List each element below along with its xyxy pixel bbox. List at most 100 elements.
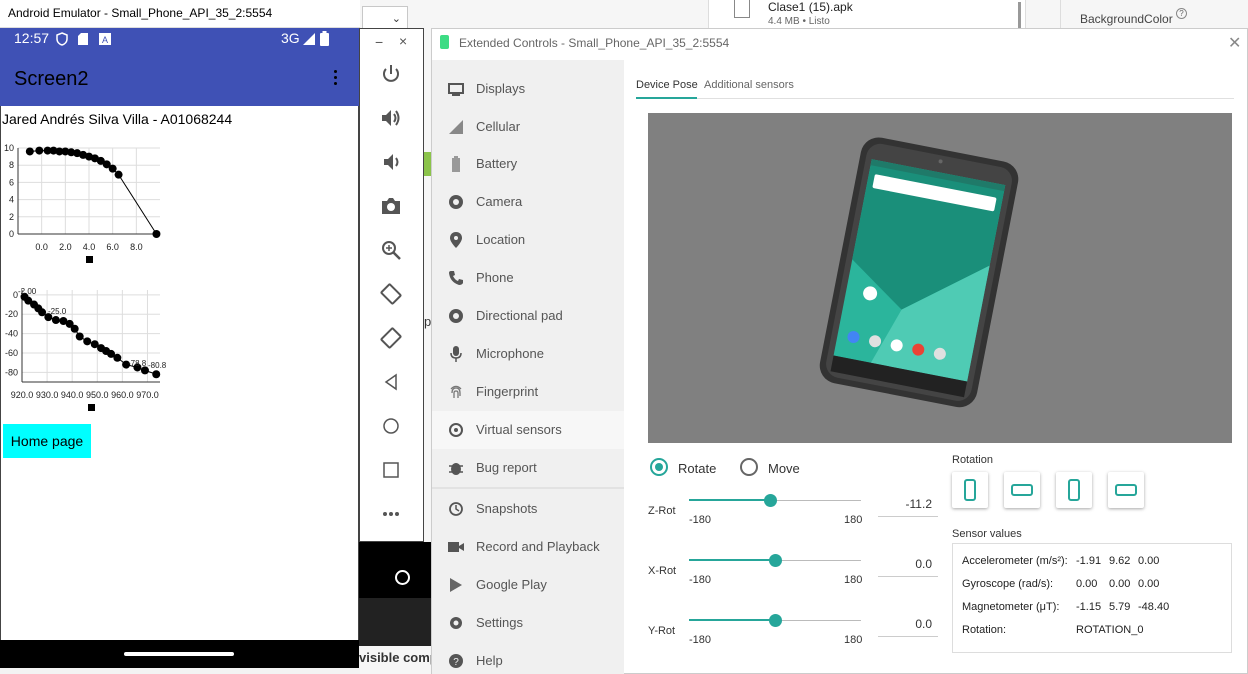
slider-fill[interactable]	[689, 499, 770, 501]
slider-value[interactable]: -11.2	[872, 497, 932, 511]
data-point	[108, 164, 117, 173]
data-point	[38, 308, 47, 317]
dpad-icon	[449, 309, 463, 323]
rotate-reverse-portrait-button[interactable]	[1056, 472, 1092, 508]
slider-label[interactable]: Y-Rot	[648, 625, 675, 637]
data-label: -2.00	[18, 287, 37, 296]
slider-label[interactable]: Z-Rot	[648, 505, 676, 517]
sidebar-item-google-play[interactable]: Google Play	[432, 566, 624, 604]
volume-down-icon[interactable]	[379, 150, 403, 174]
close-button[interactable]: ×	[399, 33, 407, 49]
sidebar-item-battery[interactable]: Battery	[432, 145, 624, 183]
sidebar-item-record-and-playback[interactable]: Record and Playback	[432, 528, 624, 566]
rotate-portrait-button[interactable]	[952, 472, 988, 508]
slider-max-label[interactable]: 180	[844, 634, 862, 646]
emulator-title-bar: Android Emulator - Small_Phone_API_35_2:…	[0, 0, 360, 28]
gesture-handle[interactable]	[124, 652, 234, 656]
data-point	[25, 147, 34, 156]
power-icon[interactable]	[379, 62, 403, 86]
back-icon[interactable]	[379, 370, 403, 394]
microphone-icon	[450, 346, 462, 362]
background-panel	[359, 542, 431, 598]
sidebar-item-microphone[interactable]: Microphone	[432, 335, 624, 373]
sidebar-item-cellular[interactable]: Cellular	[432, 108, 624, 146]
sidebar-item-bug-report[interactable]: Bug report	[432, 449, 624, 487]
divider	[1060, 0, 1061, 30]
slider-thumb[interactable]	[769, 554, 782, 567]
volume-up-icon[interactable]	[379, 106, 403, 130]
svg-text:?: ?	[453, 657, 459, 668]
slider-min-label[interactable]: -180	[689, 634, 711, 646]
rotate-landscape-button[interactable]	[1004, 472, 1040, 508]
sidebar-item-help[interactable]: ? Help	[432, 642, 624, 674]
tab-additional-sensors[interactable]: Additional sensors	[704, 79, 794, 91]
sensor-value: 5.79	[1109, 601, 1131, 613]
sensor-value: -48.40	[1138, 601, 1170, 613]
home-icon[interactable]	[379, 414, 403, 438]
slider-fill[interactable]	[689, 619, 775, 621]
sensor-value: 0.00	[1138, 555, 1160, 567]
slider-value[interactable]: 0.0	[872, 557, 932, 571]
display-icon	[448, 83, 464, 96]
more-icon[interactable]	[379, 502, 403, 526]
sidebar-item-location[interactable]: Location	[432, 221, 624, 259]
divider	[878, 576, 938, 577]
slider-thumb[interactable]	[764, 494, 777, 507]
sidebar-item-fingerprint[interactable]: Fingerprint	[432, 373, 624, 411]
sidebar-item-phone[interactable]: Phone	[432, 259, 624, 297]
sensor-value: 9.62	[1109, 555, 1131, 567]
zoom-icon[interactable]	[379, 238, 403, 262]
file-icon	[734, 0, 750, 18]
x-tick-label: 940.0	[61, 390, 84, 400]
device-pose-viewport[interactable]	[648, 113, 1232, 443]
slider-max-label[interactable]: 180	[844, 574, 862, 586]
slider-min-label[interactable]: -180	[689, 514, 711, 526]
tab-device-pose[interactable]: Device Pose	[636, 79, 698, 91]
rotate-radio[interactable]	[650, 458, 668, 476]
data-point	[70, 324, 79, 333]
overview-icon[interactable]	[379, 458, 403, 482]
help-icon[interactable]: ?	[1176, 8, 1187, 19]
network-type: 3G	[281, 30, 300, 46]
status-bar: 12:57 A 3G	[0, 28, 359, 50]
record-icon	[448, 542, 464, 552]
sidebar-item-directional-pad[interactable]: Directional pad	[432, 297, 624, 335]
rotate-right-icon[interactable]	[379, 326, 403, 350]
scrollbar[interactable]	[1018, 2, 1021, 30]
sidebar-item-snapshots[interactable]: Snapshots	[432, 490, 624, 528]
rotate-left-icon[interactable]	[379, 282, 403, 306]
extended-controls-title: Extended Controls - Small_Phone_API_35_2…	[459, 36, 730, 50]
sidebar-item-virtual-sensors[interactable]: Virtual sensors	[432, 411, 624, 449]
slider-value[interactable]: 0.0	[872, 617, 932, 631]
close-button[interactable]: ✕	[1228, 33, 1241, 53]
data-label: -25.0	[48, 307, 67, 316]
y-tick-label: 8	[9, 160, 14, 170]
rotate-reverse-landscape-button[interactable]	[1108, 472, 1144, 508]
slider-min-label[interactable]: -180	[689, 574, 711, 586]
slider-max-label[interactable]: 180	[844, 514, 862, 526]
sidebar-item-settings[interactable]: Settings	[432, 604, 624, 642]
move-radio[interactable]	[740, 458, 758, 476]
sidebar-item-displays[interactable]: Displays	[432, 70, 624, 108]
download-item[interactable]	[708, 0, 1026, 30]
camera-icon[interactable]	[379, 194, 403, 218]
overflow-menu-icon[interactable]	[333, 70, 339, 88]
data-point	[35, 146, 44, 155]
data-point	[152, 230, 161, 238]
sensor-value: -1.91	[1076, 555, 1102, 567]
sidebar-item-camera[interactable]: Camera	[432, 183, 624, 221]
sensor-value: 0.00	[1076, 578, 1098, 590]
slider-label[interactable]: X-Rot	[648, 565, 676, 577]
slider-thumb[interactable]	[769, 614, 782, 627]
x-tick-label: 970.0	[136, 390, 159, 400]
phone-portrait-icon	[1068, 479, 1080, 501]
data-label: -78.8	[128, 359, 147, 368]
battery-status-icon	[320, 31, 329, 46]
x-tick-label: 8.0	[130, 242, 143, 252]
home-page-button[interactable]: Home page	[3, 424, 91, 458]
y-tick-label: -80	[5, 367, 18, 377]
fingerprint-icon	[450, 385, 462, 398]
sidebar-item-label: Cellular	[476, 119, 521, 134]
minimize-button[interactable]: −	[375, 34, 383, 50]
slider-fill[interactable]	[689, 559, 775, 561]
